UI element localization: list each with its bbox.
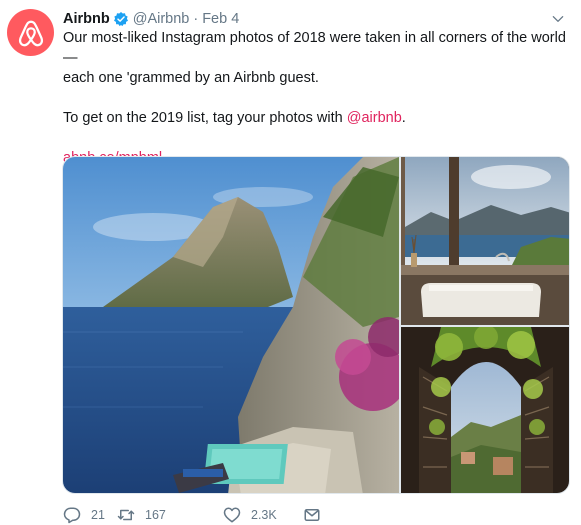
tweet-text-line: Our most-liked Instagram photos of 2018 … [63, 30, 566, 66]
reply-icon [63, 507, 81, 524]
author-name[interactable]: Airbnb [63, 11, 110, 27]
mention-link[interactable]: @airbnb [347, 110, 402, 126]
tweet-text-line: To get on the 2019 list, tag your photos… [63, 108, 575, 128]
photo-ivy-window[interactable] [401, 327, 569, 493]
envelope-icon [304, 509, 320, 521]
verified-badge-icon [113, 12, 128, 27]
tweet-date[interactable]: Feb 4 [202, 11, 239, 27]
tweet-text-fragment: . [401, 110, 406, 126]
photo-bathtub-view[interactable] [401, 157, 569, 325]
retweet-icon [117, 509, 135, 521]
author-handle[interactable]: @Airbnb [133, 11, 190, 27]
airbnb-logo-icon [18, 20, 43, 46]
avatar[interactable] [7, 9, 54, 56]
separator-dot: · [193, 11, 199, 27]
direct-message-button[interactable] [303, 506, 321, 524]
retweet-count: 167 [145, 508, 166, 522]
tweet-header: Airbnb @Airbnb · Feb 4 [63, 9, 571, 29]
photo-coast-cliffs[interactable] [63, 157, 399, 493]
retweet-button[interactable]: 167 [117, 506, 166, 524]
reply-count: 21 [91, 508, 105, 522]
tweet-text: Our most-liked Instagram photos of 2018 … [63, 28, 575, 168]
like-button[interactable]: 2.3K [223, 506, 277, 524]
heart-icon [223, 507, 241, 523]
tweet-text-line: each one 'grammed by an Airbnb guest. [63, 70, 319, 86]
reply-button[interactable]: 21 [63, 506, 105, 524]
like-count: 2.3K [251, 508, 277, 522]
tweet-text-fragment: To get on the 2019 list, tag your photos… [63, 110, 347, 126]
tweet-card[interactable]: Airbnb @Airbnb · Feb 4 Our most-liked In… [0, 0, 581, 525]
chevron-down-icon[interactable] [551, 12, 565, 26]
photo-grid [62, 156, 570, 494]
